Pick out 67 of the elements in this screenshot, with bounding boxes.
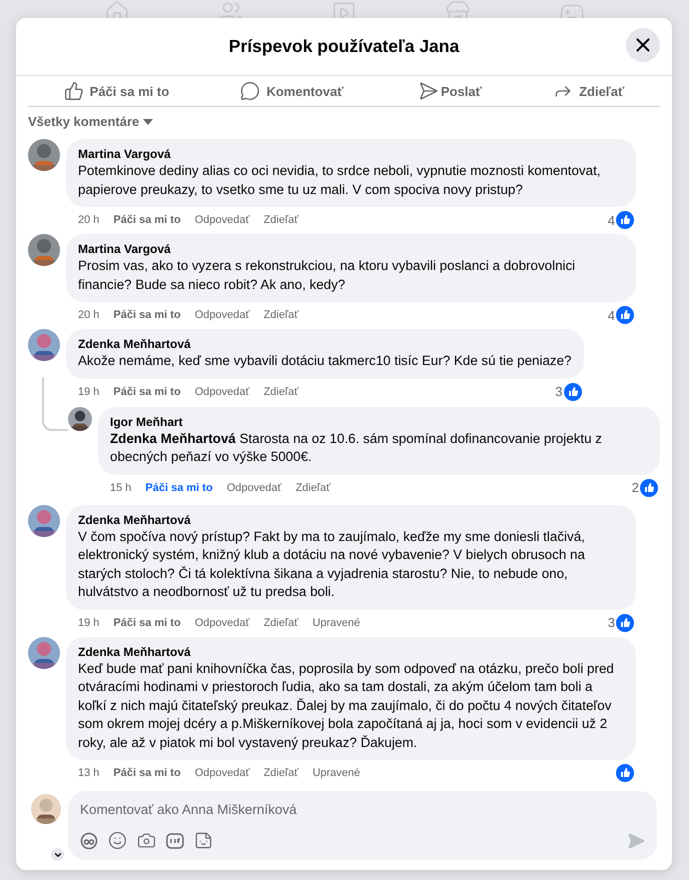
edited-label: Upravené — [312, 767, 360, 779]
avatar-sticker-icon[interactable] — [80, 832, 98, 850]
share-button[interactable]: Zdieľať — [547, 80, 630, 102]
like-icon — [564, 382, 582, 400]
reply-link[interactable]: Odpovedať — [226, 482, 282, 494]
author-name[interactable]: Martina Vargová — [78, 241, 624, 257]
share-link[interactable]: Zdieľať — [264, 767, 298, 779]
caret-icon — [143, 118, 154, 124]
timestamp: 19 h — [78, 386, 100, 398]
send-button[interactable]: Poslať — [408, 80, 488, 102]
comment-text: V čom spočíva nový prístup? Fakt by ma to zaujímalo, keďže my sme doniesli tlačivá, elektronický systém, knižný klub a dotáciu na nové vybavenie? V bielych obrusoch na starých stoloch? Či tá kolektívna šikana a vyjadrenia starostu? Nie, to nebude ono, hulvátstvo a neodbornosť už tu predsa boli. — [78, 528, 586, 601]
comment-text: Zdenka Meňhartová Starosta na oz 10.6. sám spomínal dofinancovanie projektu z obecných peňazí vo výške 5000€. — [110, 430, 603, 466]
like-link[interactable]: Páči sa mi to — [145, 482, 213, 494]
comment-button[interactable]: Komentovať — [234, 80, 350, 102]
reaction-count: 4 — [608, 308, 615, 322]
author-name[interactable]: Martina Vargová — [78, 146, 624, 162]
reply-link[interactable]: Odpovedať — [194, 386, 250, 398]
share-link[interactable]: Zdieľať — [264, 309, 298, 321]
sticker-icon[interactable] — [194, 831, 213, 850]
reaction-count: 3 — [608, 615, 615, 630]
thumbs-up-icon — [64, 81, 84, 101]
reply-link[interactable]: Odpovedať — [194, 616, 250, 628]
smiley-icon[interactable] — [108, 831, 127, 850]
share-link[interactable]: Zdieľať — [296, 482, 330, 494]
like-icon — [616, 306, 634, 324]
reply-link[interactable]: Odpovedať — [194, 309, 250, 321]
like-link[interactable]: Páči sa mi to — [113, 214, 181, 226]
timestamp: 20 h — [78, 309, 100, 321]
dialog-title: Príspevok používateľa Jana — [228, 36, 460, 57]
share-link[interactable]: Zdieľať — [264, 616, 298, 628]
like-icon — [616, 614, 634, 632]
timestamp: 15 h — [110, 482, 132, 494]
timestamp: 13 h — [78, 767, 100, 779]
author-name[interactable]: Zdenka Meňhartová — [78, 644, 624, 660]
close-button[interactable] — [626, 28, 660, 62]
reaction-count: 2 — [632, 480, 639, 495]
like-link[interactable]: Páči sa mi to — [113, 309, 181, 321]
comment-text: Keď bude mať pani knihovníčka čas, poprosila by som odpoveď na otázku, prečo boli pred otváracími hodinami v priestoroch ľudia, ako sa tam dostali, za akým účelom tam boli a koľkí z nich majú čitateľský preukaz. Ďalej by ma zaujímalo, či do počtu 4 nových čitateľov som okrem mojej dcéry a p.Miškerníkovej bola započítaná aj ja, hoci som v evidencii už 2 roky, ale až v piatok mi bol vystavený preukaz? Ďakujem. — [78, 660, 615, 752]
share-link[interactable]: Zdieľať — [264, 386, 298, 398]
author-name[interactable]: Igor Meňhart — [110, 414, 648, 430]
like-icon — [616, 764, 634, 782]
like-button[interactable]: Páči sa mi to — [58, 80, 176, 102]
thread-line — [42, 376, 68, 430]
reply-link[interactable]: Odpovedať — [194, 767, 250, 779]
author-name[interactable]: Zdenka Meňhartová — [78, 336, 572, 352]
gif-icon[interactable] — [166, 832, 184, 850]
comment-input[interactable]: Komentovať ako Anna Miškerníková — [80, 799, 645, 819]
comment-text: Potemkinove dediny alias co oci nevidia, to srdce neboli, vypnutie moznosti komentovat, papierove preukazy, to vsetko sme tu uz mali. V com spociva novy pristup? — [78, 162, 602, 199]
like-icon — [616, 211, 634, 229]
like-link[interactable]: Páči sa mi to — [113, 767, 181, 779]
like-link[interactable]: Páči sa mi to — [113, 616, 181, 628]
comment-field[interactable]: Komentovať ako Anna Miškerníková — [68, 791, 657, 860]
timestamp: 19 h — [78, 616, 100, 628]
camera-icon[interactable] — [137, 831, 156, 850]
like-icon — [640, 478, 658, 496]
comment-text: Prosim vas, ako to vyzera s rekonstrukciou, na ktoru vybavili poslanci a dobrovolnici financie? Bude sa nieco robit? Ak ano, kedy? — [78, 257, 576, 294]
sort-dropdown[interactable]: Všetky komentáre — [28, 114, 154, 129]
comment-text: Akože nemáme, keď sme vybavili dotáciu takmerc10 tisíc Eur? Kde sú tie peniaze? — [78, 352, 572, 370]
speech-bubble-icon — [240, 81, 260, 101]
reaction-count: 3 — [555, 384, 563, 399]
timestamp: 20 h — [78, 214, 100, 226]
reaction-count: 4 — [608, 212, 615, 228]
share-link[interactable]: Zdieľať — [264, 214, 298, 226]
edited-label: Upravené — [312, 616, 360, 628]
author-name[interactable]: Zdenka Meňhartová — [78, 512, 624, 528]
reply-link[interactable]: Odpovedať — [194, 214, 250, 226]
like-link[interactable]: Páči sa mi to — [113, 386, 181, 398]
